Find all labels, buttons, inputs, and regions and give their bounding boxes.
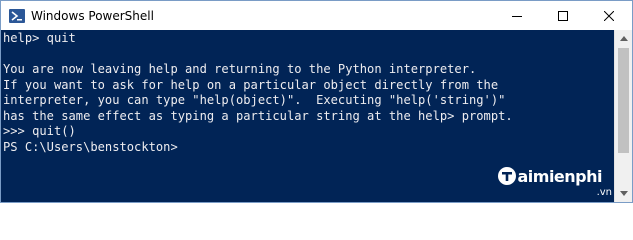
prompt-line: PS C:\Users\benstockton> — [3, 139, 178, 154]
scrollbar-thumb[interactable] — [618, 48, 629, 153]
vertical-scrollbar[interactable] — [614, 30, 632, 202]
powershell-window: Windows PowerShell help> quit You are no… — [0, 0, 633, 203]
watermark-tld: .vn — [596, 187, 612, 198]
watermark-logo: aimienphi .vn — [497, 166, 612, 198]
arrow-up-icon — [619, 36, 628, 41]
console-line: interpreter, you can type "help(object)"… — [3, 93, 506, 107]
close-button[interactable] — [586, 1, 632, 30]
console-line: You are now leaving help and returning t… — [3, 62, 477, 76]
console-line: If you want to ask for help on a particu… — [3, 77, 499, 92]
console-line: >>> quit() — [3, 124, 76, 138]
maximize-icon — [558, 10, 568, 21]
scroll-down-button[interactable] — [615, 185, 632, 202]
maximize-button[interactable] — [540, 1, 586, 30]
taimienphi-logo-icon — [498, 167, 517, 185]
scroll-up-button[interactable] — [615, 30, 632, 47]
powershell-icon — [9, 8, 25, 23]
arrow-down-icon — [619, 191, 628, 196]
watermark-text: aimienphi — [517, 166, 602, 186]
console-line: help> quit — [3, 31, 76, 45]
minimize-icon — [512, 15, 522, 17]
console-line: has the same effect as typing a particul… — [3, 108, 513, 123]
window-controls — [494, 1, 632, 30]
minimize-button[interactable] — [494, 1, 540, 30]
close-icon — [604, 10, 614, 21]
window-title: Windows PowerShell — [31, 8, 154, 23]
title-bar[interactable]: Windows PowerShell — [1, 1, 632, 30]
